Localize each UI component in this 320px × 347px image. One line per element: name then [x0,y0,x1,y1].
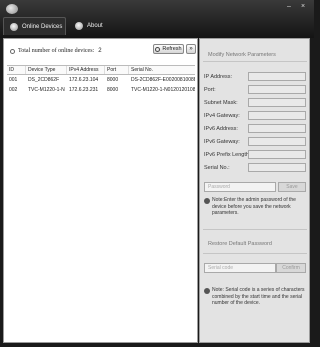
devices-table: ID Device Type IPv4 Address Port Serial … [7,65,195,95]
port-field[interactable] [248,85,306,94]
serial-no-field[interactable] [248,163,306,172]
ipv6-gateway-label: IPv6 Gateway: [204,139,240,145]
tab-label: About [87,23,103,29]
divider [203,61,307,62]
table-row[interactable]: 001 DS_2CD862F 172.6.23.104 8000 DS-2CD8… [7,75,195,85]
minimize-button[interactable]: – [284,3,294,11]
refresh-icon [155,46,161,52]
ip-address-field[interactable] [248,72,306,81]
restore-section-title: Restore Default Password [208,241,272,247]
serial-no-label: Serial No.: [204,165,230,171]
save-button[interactable]: Save [278,182,306,192]
cell-port: 8000 [107,77,119,83]
online-devices-icon [10,22,18,31]
table-row[interactable]: 002 TVC-M1220-1-N 172.6.23.231 8000 TVC-… [7,85,195,95]
tab-about[interactable]: About [69,17,109,35]
app-logo-icon [6,4,18,14]
expand-button[interactable]: » [186,44,196,54]
cell-port: 8000 [107,87,119,93]
about-icon [75,22,83,30]
info-icon [10,48,15,54]
info-icon [204,288,210,294]
window-controls: – × [284,3,308,11]
ipv6-prefix-field[interactable] [248,150,306,159]
cell-ipv4: 172.6.23.231 [69,87,99,93]
ipv6-address-field[interactable] [248,124,306,133]
info-icon [204,198,210,204]
save-note: Note:Enter the admin password of the dev… [204,197,308,217]
cell-device-type: DS_2CD862F [28,77,60,83]
ipv6-prefix-label: IPv6 Prefix Length: [204,152,251,158]
column-header[interactable]: Port [105,66,129,74]
ipv4-gateway-field[interactable] [248,111,306,120]
serial-code-input[interactable]: Serial code [204,263,276,273]
close-button[interactable]: × [298,3,308,11]
tab-online-devices[interactable]: Online Devices [3,17,66,35]
ip-address-label: IP Address: [204,74,233,80]
cell-serial: DS-2CD862F-E0020081008BI [131,77,195,83]
port-label: Port: [204,87,216,93]
column-header[interactable]: Device Type [26,66,67,74]
divider [203,253,307,254]
ipv6-address-label: IPv6 Address: [204,126,238,132]
refresh-button[interactable]: Refresh [153,44,184,54]
save-note-text: Note:Enter the admin password of the dev… [212,197,296,216]
cell-serial: TVC-M1220-1-N0120120108BI [131,87,195,93]
divider [203,229,307,230]
title-bar: – × Online Devices About [0,0,314,38]
tab-label: Online Devices [22,23,63,30]
restore-note: Note: Serial code is a series of charact… [204,287,308,307]
table-header: ID Device Type IPv4 Address Port Serial … [7,65,195,75]
total-label: Total number of online devices: [18,48,95,54]
column-header[interactable]: IPv4 Address [67,66,105,74]
restore-note-text: Note: Serial code is a series of charact… [212,287,305,306]
password-input[interactable]: Password [204,182,276,192]
devices-panel: Total number of online devices: 2 Refres… [3,38,198,343]
subnet-mask-field[interactable] [248,98,306,107]
total-count: 2 [98,48,102,54]
ipv6-gateway-field[interactable] [248,137,306,146]
device-count: Total number of online devices: 2 [10,48,102,54]
ipv4-gateway-label: IPv4 Gateway: [204,113,240,119]
cell-ipv4: 172.6.23.104 [69,77,99,83]
confirm-button[interactable]: Confirm [276,263,306,273]
network-section-title: Modify Network Parameters [208,52,276,58]
subnet-mask-label: Subnet Mask: [204,100,238,106]
cell-device-type: TVC-M1220-1-N [28,87,65,93]
refresh-label: Refresh [162,46,182,52]
network-panel: Modify Network Parameters IP Address: Po… [199,38,310,343]
column-header[interactable]: ID [7,66,26,74]
cell-id: 002 [9,87,18,93]
cell-id: 001 [9,77,18,83]
column-header[interactable]: Serial No. [129,66,195,74]
